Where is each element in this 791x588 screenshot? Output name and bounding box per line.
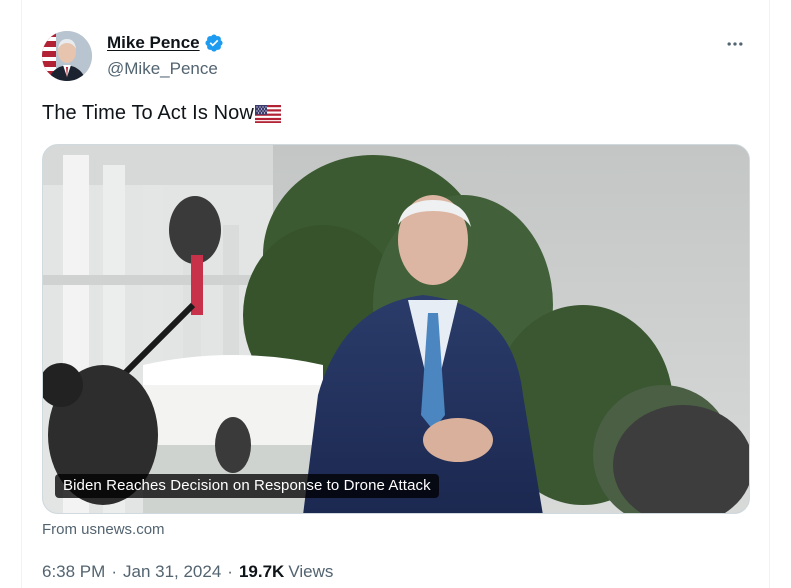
- us-flag-icon: [254, 104, 281, 124]
- tweet-card[interactable]: Mike Pence @Mike_Pence The Time To Act I…: [21, 0, 770, 588]
- link-source[interactable]: From usnews.com: [42, 521, 165, 538]
- author-handle[interactable]: @Mike_Pence: [107, 59, 218, 79]
- views-count[interactable]: 19.7K: [239, 562, 284, 582]
- news-photo: [43, 145, 749, 513]
- more-horizontal-icon[interactable]: [721, 30, 749, 58]
- tweet-date[interactable]: Jan 31, 2024: [123, 562, 221, 582]
- meta-separator-2: ·: [227, 562, 233, 581]
- author-name-row: Mike Pence: [107, 33, 224, 53]
- author-name[interactable]: Mike Pence: [107, 33, 200, 53]
- tweet-text: The Time To Act Is Now: [42, 102, 281, 125]
- avatar[interactable]: [42, 31, 92, 81]
- tweet-time[interactable]: 6:38 PM: [42, 562, 105, 582]
- verified-badge-icon[interactable]: [204, 33, 224, 53]
- meta-separator: ·: [111, 562, 117, 581]
- tweet-meta: 6:38 PM · Jan 31, 2024 · 19.7K Views: [42, 562, 333, 582]
- link-card-media[interactable]: Biden Reaches Decision on Response to Dr…: [42, 144, 750, 514]
- tweet-text-body: The Time To Act Is Now: [42, 102, 254, 124]
- views-label[interactable]: Views: [288, 562, 333, 582]
- media-caption: Biden Reaches Decision on Response to Dr…: [55, 474, 439, 498]
